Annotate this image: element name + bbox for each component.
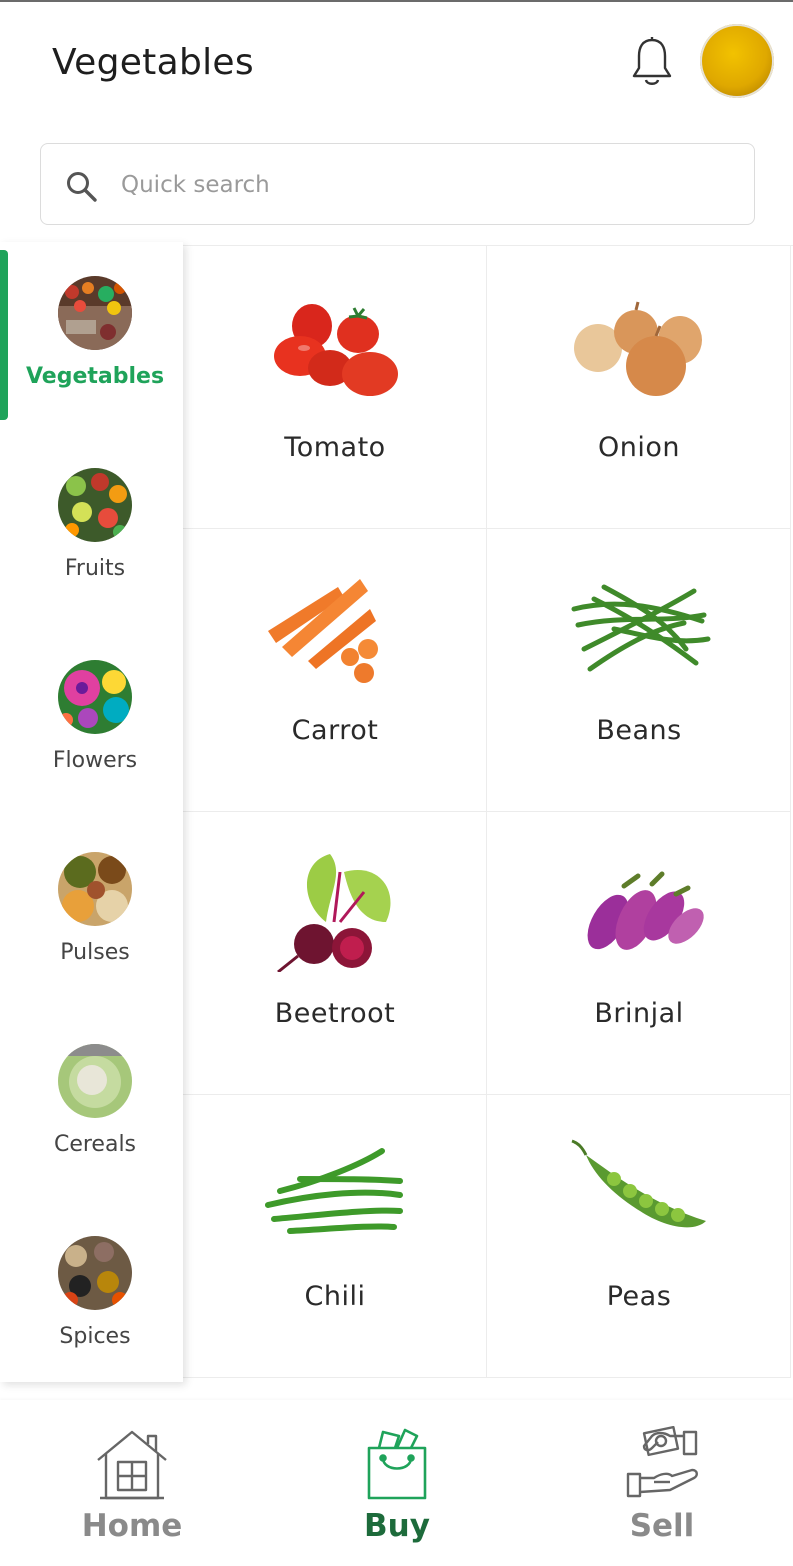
bottom-navigation: Home Buy Sell [0,1400,793,1566]
category-fruits[interactable]: Fruits [0,434,183,624]
product-label: Brinjal [594,998,684,1029]
vegetables-thumbnail [58,276,132,350]
product-card-beans[interactable]: Beans [487,529,791,812]
sell-hand-icon [626,1426,698,1498]
product-label: Beans [596,715,682,746]
shopping-bag-icon [367,1428,427,1500]
spices-thumbnail [58,1236,132,1310]
nav-label-buy: Buy [364,1508,430,1544]
nav-label-sell: Sell [629,1508,695,1544]
category-spices[interactable]: Spices [0,1202,183,1392]
onion-image [574,301,702,396]
beetroot-image [277,854,391,972]
home-icon [97,1430,167,1500]
search-icon [67,172,97,202]
nav-label-home: Home [81,1508,183,1544]
category-sidebar: Vegetables Fruits Flowers Pulses Cereals… [0,242,183,1382]
category-cereals[interactable]: Cereals [0,1010,183,1200]
product-card-onion[interactable]: Onion [487,246,791,529]
product-label: Carrot [291,715,379,746]
product-card-tomato[interactable]: Tomato [183,246,487,529]
category-label: Spices [59,1324,131,1349]
pulses-thumbnail [58,852,132,926]
beans-image [571,584,711,672]
product-card-peas[interactable]: Peas [487,1095,791,1378]
nav-home[interactable]: Home [32,1400,232,1566]
category-label: Fruits [64,556,126,581]
search-input[interactable] [121,164,721,206]
product-card-chili[interactable]: Chili [183,1095,487,1378]
avatar[interactable] [700,24,774,98]
product-card-brinjal[interactable]: Brinjal [487,812,791,1095]
brinjal-image [587,871,704,950]
category-flowers[interactable]: Flowers [0,626,183,816]
carrot-image [268,579,378,683]
category-label: Cereals [53,1132,137,1157]
tomato-image [274,304,398,396]
product-card-beetroot[interactable]: Beetroot [183,812,487,1095]
product-label: Tomato [284,432,386,463]
product-label: Onion [598,432,680,463]
product-grid: Tomato Onion Carrot Beans Beetroot Brinj… [183,245,793,1378]
nav-sell[interactable]: Sell [562,1400,762,1566]
page-title: Vegetables [52,42,254,83]
active-indicator [0,250,8,420]
product-card-carrot[interactable]: Carrot [183,529,487,812]
app-header: Vegetables [0,2,793,124]
category-label: Vegetables [25,364,165,389]
category-label: Flowers [52,748,138,773]
category-label: Pulses [60,940,130,965]
category-pulses[interactable]: Pulses [0,818,183,1008]
chili-image [265,1148,403,1234]
cereals-thumbnail [58,1044,132,1118]
search-bar[interactable] [40,143,755,225]
nav-buy[interactable]: Buy [297,1400,497,1566]
fruits-thumbnail [58,468,132,542]
product-label: Chili [304,1281,366,1312]
bell-icon[interactable] [628,34,676,90]
category-vegetables[interactable]: Vegetables [0,242,183,432]
product-label: Beetroot [274,998,396,1029]
flowers-thumbnail [58,660,132,734]
peas-image [571,1139,706,1228]
product-label: Peas [606,1281,672,1312]
